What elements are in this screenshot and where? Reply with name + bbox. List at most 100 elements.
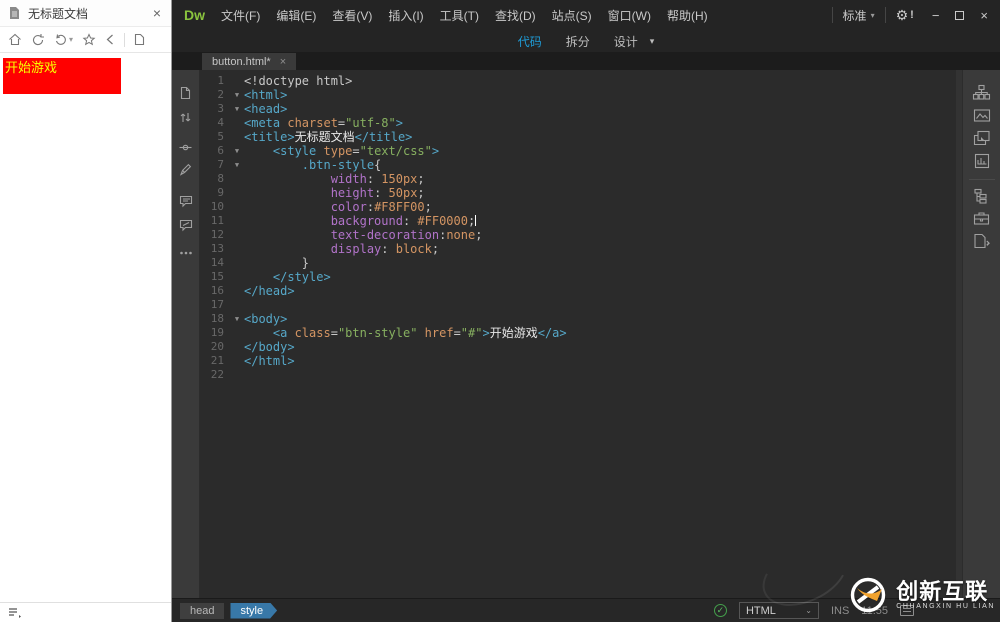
code-line[interactable]: 18▼<body> bbox=[200, 312, 962, 326]
start-game-button[interactable]: 开始游戏 bbox=[3, 58, 121, 94]
code-line[interactable]: 12 text-decoration:none; bbox=[200, 228, 962, 242]
comment-icon[interactable] bbox=[179, 195, 193, 208]
close-button[interactable]: × bbox=[980, 9, 988, 22]
browser-viewport: 开始游戏 bbox=[0, 53, 171, 602]
code-line[interactable]: 2▼<html> bbox=[200, 88, 962, 102]
snippets-panel-icon[interactable] bbox=[973, 233, 991, 249]
page-icon[interactable] bbox=[134, 33, 145, 46]
gear-icon: ⚙ bbox=[896, 7, 909, 24]
fold-gutter bbox=[230, 200, 244, 214]
code-text: </html> bbox=[244, 354, 295, 368]
behaviors-panel-icon[interactable] bbox=[973, 211, 990, 226]
insert-panel-icon[interactable] bbox=[974, 153, 990, 169]
reading-list-icon[interactable] bbox=[8, 607, 21, 618]
code-line[interactable]: 1<!doctype html> bbox=[200, 74, 962, 88]
code-line[interactable]: 20</body> bbox=[200, 340, 962, 354]
undo-dropdown-caret[interactable]: ▾ bbox=[69, 33, 73, 47]
tag-selector-style[interactable]: style bbox=[230, 603, 277, 619]
code-line[interactable]: 14 } bbox=[200, 256, 962, 270]
fold-arrow-icon[interactable]: ▼ bbox=[230, 88, 244, 102]
code-line[interactable]: 19 <a class="btn-style" href="#">开始游戏</a… bbox=[200, 326, 962, 340]
line-number: 11 bbox=[200, 214, 230, 228]
menu-help[interactable]: 帮助(H) bbox=[659, 7, 716, 24]
tab-code[interactable]: 代码 bbox=[518, 33, 542, 50]
document-tab-label: button.html* bbox=[212, 56, 271, 68]
fold-gutter bbox=[230, 354, 244, 368]
more-options-icon[interactable] bbox=[179, 251, 193, 255]
code-line[interactable]: 7▼ .btn-style{ bbox=[200, 158, 962, 172]
cc-libraries-panel-icon[interactable] bbox=[973, 130, 991, 146]
code-line[interactable]: 8 width: 150px; bbox=[200, 172, 962, 186]
format-brush-icon[interactable] bbox=[179, 163, 192, 176]
code-text: background: #FF0000; bbox=[244, 214, 476, 228]
minimize-button[interactable]: − bbox=[932, 9, 940, 22]
fold-gutter bbox=[230, 116, 244, 130]
code-text: <body> bbox=[244, 312, 287, 326]
design-dropdown-icon[interactable]: ▾ bbox=[650, 36, 655, 47]
vertical-scrollbar[interactable] bbox=[956, 70, 962, 598]
menu-find[interactable]: 查找(D) bbox=[487, 7, 544, 24]
code-line[interactable]: 13 display: block; bbox=[200, 242, 962, 256]
menu-tools[interactable]: 工具(T) bbox=[432, 7, 487, 24]
code-line[interactable]: 4<meta charset="utf-8"> bbox=[200, 116, 962, 130]
code-line[interactable]: 16</head> bbox=[200, 284, 962, 298]
menu-insert[interactable]: 插入(I) bbox=[380, 7, 431, 24]
undo-icon[interactable]: ▾ bbox=[54, 33, 73, 47]
files-panel-icon[interactable] bbox=[972, 84, 991, 101]
tab-close-icon[interactable]: × bbox=[280, 56, 286, 68]
menu-window[interactable]: 窗口(W) bbox=[600, 7, 659, 24]
document-tab[interactable]: button.html* × bbox=[202, 53, 296, 70]
code-text: height: 50px; bbox=[244, 186, 425, 200]
browser-close-icon[interactable]: × bbox=[151, 6, 163, 20]
maximize-button[interactable] bbox=[955, 9, 964, 22]
line-number: 21 bbox=[200, 354, 230, 368]
line-number: 10 bbox=[200, 200, 230, 214]
code-line[interactable]: 21 </html> bbox=[200, 354, 962, 368]
code-text: <html> bbox=[244, 88, 287, 102]
favorite-star-icon[interactable] bbox=[82, 33, 96, 46]
tag-selector-head[interactable]: head bbox=[180, 603, 224, 619]
menu-edit[interactable]: 编辑(E) bbox=[268, 7, 324, 24]
fold-arrow-icon[interactable]: ▼ bbox=[230, 144, 244, 158]
home-icon[interactable] bbox=[8, 33, 22, 46]
fold-gutter bbox=[230, 340, 244, 354]
refresh-icon[interactable] bbox=[31, 33, 45, 46]
line-number: 9 bbox=[200, 186, 230, 200]
tab-split[interactable]: 拆分 bbox=[566, 33, 590, 50]
settings-button[interactable]: ⚙ ! bbox=[896, 7, 914, 24]
remove-comment-icon[interactable] bbox=[179, 219, 193, 232]
line-number: 17 bbox=[200, 298, 230, 312]
code-line[interactable]: 6▼ <style type="text/css"> bbox=[200, 144, 962, 158]
tab-design[interactable]: 设计 bbox=[614, 33, 638, 50]
fold-gutter bbox=[230, 368, 244, 382]
workspace-switcher[interactable]: 标准 ▾ bbox=[843, 7, 875, 24]
anchor-point-icon[interactable] bbox=[179, 143, 192, 152]
line-number: 22 bbox=[200, 368, 230, 382]
dreamweaver-logo: Dw bbox=[176, 7, 213, 23]
fold-gutter bbox=[230, 130, 244, 144]
fold-gutter bbox=[230, 298, 244, 312]
code-line[interactable]: 9 height: 50px; bbox=[200, 186, 962, 200]
code-editor[interactable]: 1<!doctype html>2▼<html>3▼<head>4<meta c… bbox=[200, 70, 962, 598]
dom-panel-icon[interactable] bbox=[973, 188, 990, 204]
browser-window: 无标题文档 × ▾ 开始游戏 bbox=[0, 0, 172, 622]
fold-arrow-icon[interactable]: ▼ bbox=[230, 158, 244, 172]
code-line[interactable]: 22 bbox=[200, 368, 962, 382]
fold-gutter bbox=[230, 270, 244, 284]
code-line[interactable]: 5<title>无标题文档</title> bbox=[200, 130, 962, 144]
fold-arrow-icon[interactable]: ▼ bbox=[230, 102, 244, 116]
menu-site[interactable]: 站点(S) bbox=[544, 7, 600, 24]
fold-gutter bbox=[230, 172, 244, 186]
code-line[interactable]: 10 color:#F8FF00; bbox=[200, 200, 962, 214]
menu-file[interactable]: 文件(F) bbox=[213, 7, 268, 24]
menu-view[interactable]: 查看(V) bbox=[324, 7, 380, 24]
code-line[interactable]: 11 background: #FF0000; bbox=[200, 214, 962, 228]
fold-arrow-icon[interactable]: ▼ bbox=[230, 312, 244, 326]
code-line[interactable]: 3▼<head> bbox=[200, 102, 962, 116]
sort-lines-icon[interactable] bbox=[179, 111, 192, 124]
code-line[interactable]: 17 bbox=[200, 298, 962, 312]
code-line[interactable]: 15 </style> bbox=[200, 270, 962, 284]
back-icon[interactable] bbox=[105, 33, 115, 46]
assets-panel-icon[interactable] bbox=[973, 108, 991, 123]
open-documents-icon[interactable] bbox=[179, 86, 192, 100]
